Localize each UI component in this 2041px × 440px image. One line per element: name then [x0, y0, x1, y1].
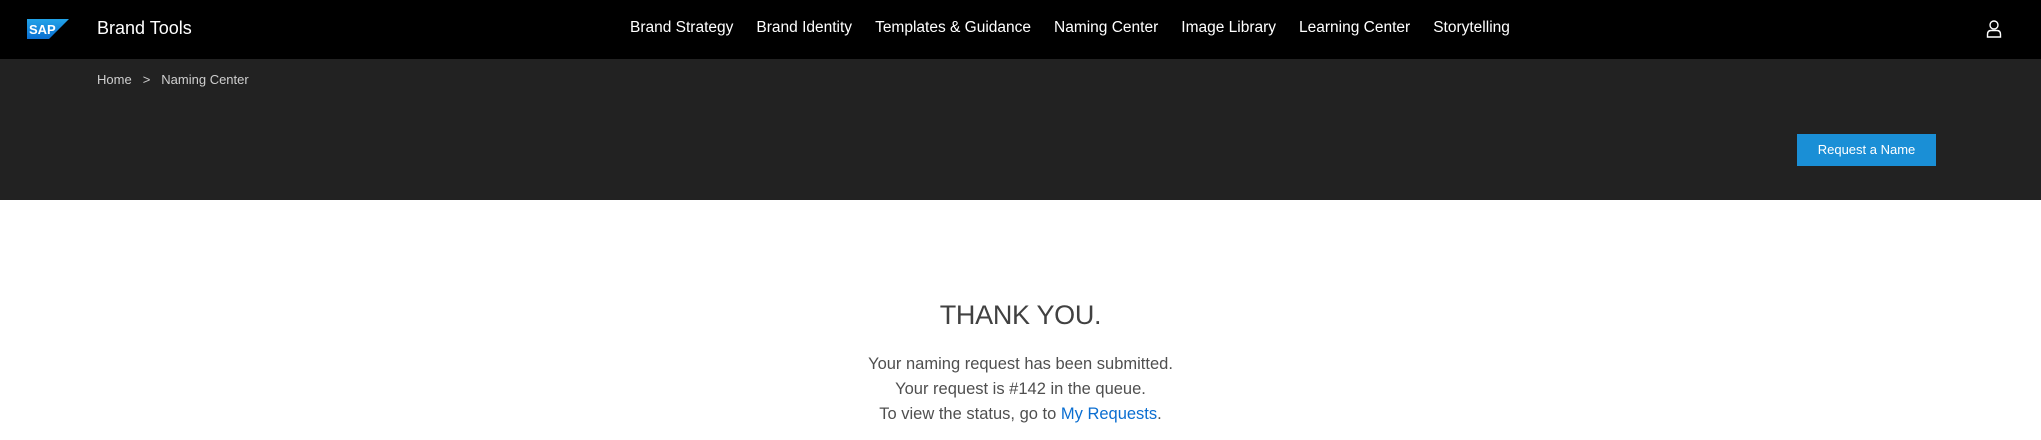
my-requests-link[interactable]: My Requests	[1061, 405, 1157, 423]
nav-storytelling[interactable]: Storytelling	[1433, 17, 1510, 39]
top-navigation-bar: SAP Brand Tools Brand Strategy Brand Ide…	[0, 0, 2041, 59]
nav-brand-identity[interactable]: Brand Identity	[756, 17, 852, 39]
status-message-suffix: .	[1157, 405, 1162, 423]
status-message-prefix: To view the status, go to	[879, 405, 1061, 423]
confirmation-section: THANK YOU. Your naming request has been …	[0, 200, 2041, 440]
site-title[interactable]: Brand Tools	[97, 17, 192, 39]
user-icon[interactable]	[1986, 19, 2002, 38]
sap-logo[interactable]: SAP	[27, 19, 69, 39]
thank-you-heading: THANK YOU.	[939, 300, 1102, 330]
breadcrumb: Home > Naming Center	[97, 72, 249, 88]
nav-brand-strategy[interactable]: Brand Strategy	[630, 17, 733, 39]
submission-message: Your naming request has been submitted.	[868, 355, 1173, 373]
nav-templates-guidance[interactable]: Templates & Guidance	[875, 17, 1031, 39]
nav-learning-center[interactable]: Learning Center	[1299, 17, 1410, 39]
status-message: To view the status, go to My Requests.	[0, 402, 2041, 426]
main-nav: Brand Strategy Brand Identity Templates …	[630, 17, 1510, 39]
request-name-button[interactable]: Request a Name	[1797, 134, 1936, 166]
queue-position-message: Your request is #142 in the queue.	[895, 380, 1146, 398]
hero-banner: Home > Naming Center Request a Name	[0, 59, 2041, 200]
breadcrumb-current: Naming Center	[161, 72, 249, 87]
breadcrumb-home[interactable]: Home	[97, 72, 132, 88]
nav-image-library[interactable]: Image Library	[1181, 17, 1276, 39]
sap-logo-text: SAP	[29, 22, 56, 37]
breadcrumb-separator: >	[142, 72, 151, 87]
nav-naming-center[interactable]: Naming Center	[1054, 17, 1158, 39]
